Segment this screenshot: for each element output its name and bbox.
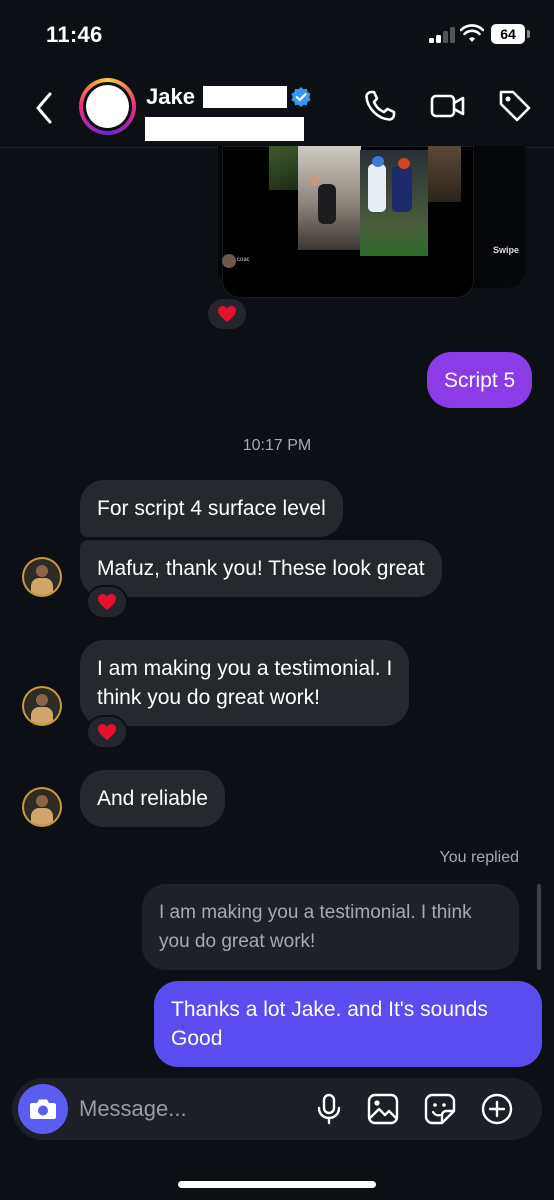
outgoing-message[interactable]: Thanks a lot Jake. and It's sounds Good [154,981,542,1067]
post-author-label: coac [237,257,250,263]
incoming-message[interactable]: Mafuz, thank you! These look great [80,540,442,597]
post-photo-gym [298,146,361,250]
sticker-icon[interactable] [422,1091,458,1127]
message-text: For script 4 surface level [97,497,326,520]
message-text: And reliable [97,787,208,810]
message-timestamp: 10:17 PM [242,437,312,454]
message-composer: Message... [12,1078,542,1140]
battery-icon [527,30,530,38]
home-indicator[interactable] [178,1181,376,1188]
sender-avatar[interactable] [22,686,62,726]
message-input[interactable]: Message... [79,1096,187,1122]
chat-header: Jake [0,70,554,148]
sender-avatar[interactable] [22,557,62,597]
quoted-text: I am making you a testimonial. I think [159,902,472,923]
message-text: I am making you a testimonial. I [97,657,393,680]
phone-call-icon[interactable] [362,88,398,124]
heart-reaction[interactable] [86,715,128,749]
post-photo-right [428,146,461,202]
status-bar: 11:46 64 [0,0,554,70]
tag-icon[interactable] [497,88,533,124]
camera-icon [30,1099,56,1119]
wifi-icon [460,24,484,42]
battery-level: 64 [491,24,525,44]
incoming-message[interactable]: For script 4 surface level [80,480,343,537]
message-text: think you do great work! [97,686,320,709]
camera-button[interactable] [18,1084,68,1134]
add-icon[interactable] [479,1091,515,1127]
message-text: Script 5 [444,369,516,392]
sender-avatar[interactable] [22,787,62,827]
gallery-icon[interactable] [365,1091,401,1127]
heart-icon [98,594,116,610]
name-redaction [203,86,287,108]
username-redaction [145,117,304,141]
swipe-label: Swipe [493,245,520,255]
heart-reaction[interactable] [86,585,128,619]
video-call-icon[interactable] [430,88,466,124]
contact-avatar[interactable] [79,78,136,135]
contact-name[interactable]: Jake [146,84,195,110]
quoted-message[interactable]: I am making you a testimonial. I think y… [142,884,519,970]
quoted-text: you do great work! [159,931,316,952]
heart-icon [218,306,236,322]
message-text: Mafuz, thank you! These look great [97,557,425,580]
scrollbar[interactable] [537,884,541,970]
microphone-icon[interactable] [311,1091,347,1127]
verified-badge-icon [291,87,311,107]
post-photo-lacrosse [360,150,428,256]
post-author-avatar [222,254,236,268]
incoming-message[interactable]: And reliable [80,770,225,827]
message-text: Good [171,1027,223,1050]
message-text: Thanks a lot Jake. and It's sounds [171,998,488,1021]
status-time: 11:46 [46,22,103,47]
signal-icon [429,27,455,43]
back-arrow-icon[interactable] [30,90,58,126]
outgoing-message[interactable]: Script 5 [427,352,533,408]
heart-reaction[interactable] [206,297,248,331]
heart-icon [98,724,116,740]
you-replied-label: You replied [439,849,519,866]
incoming-message[interactable]: I am making you a testimonial. I think y… [80,640,410,726]
